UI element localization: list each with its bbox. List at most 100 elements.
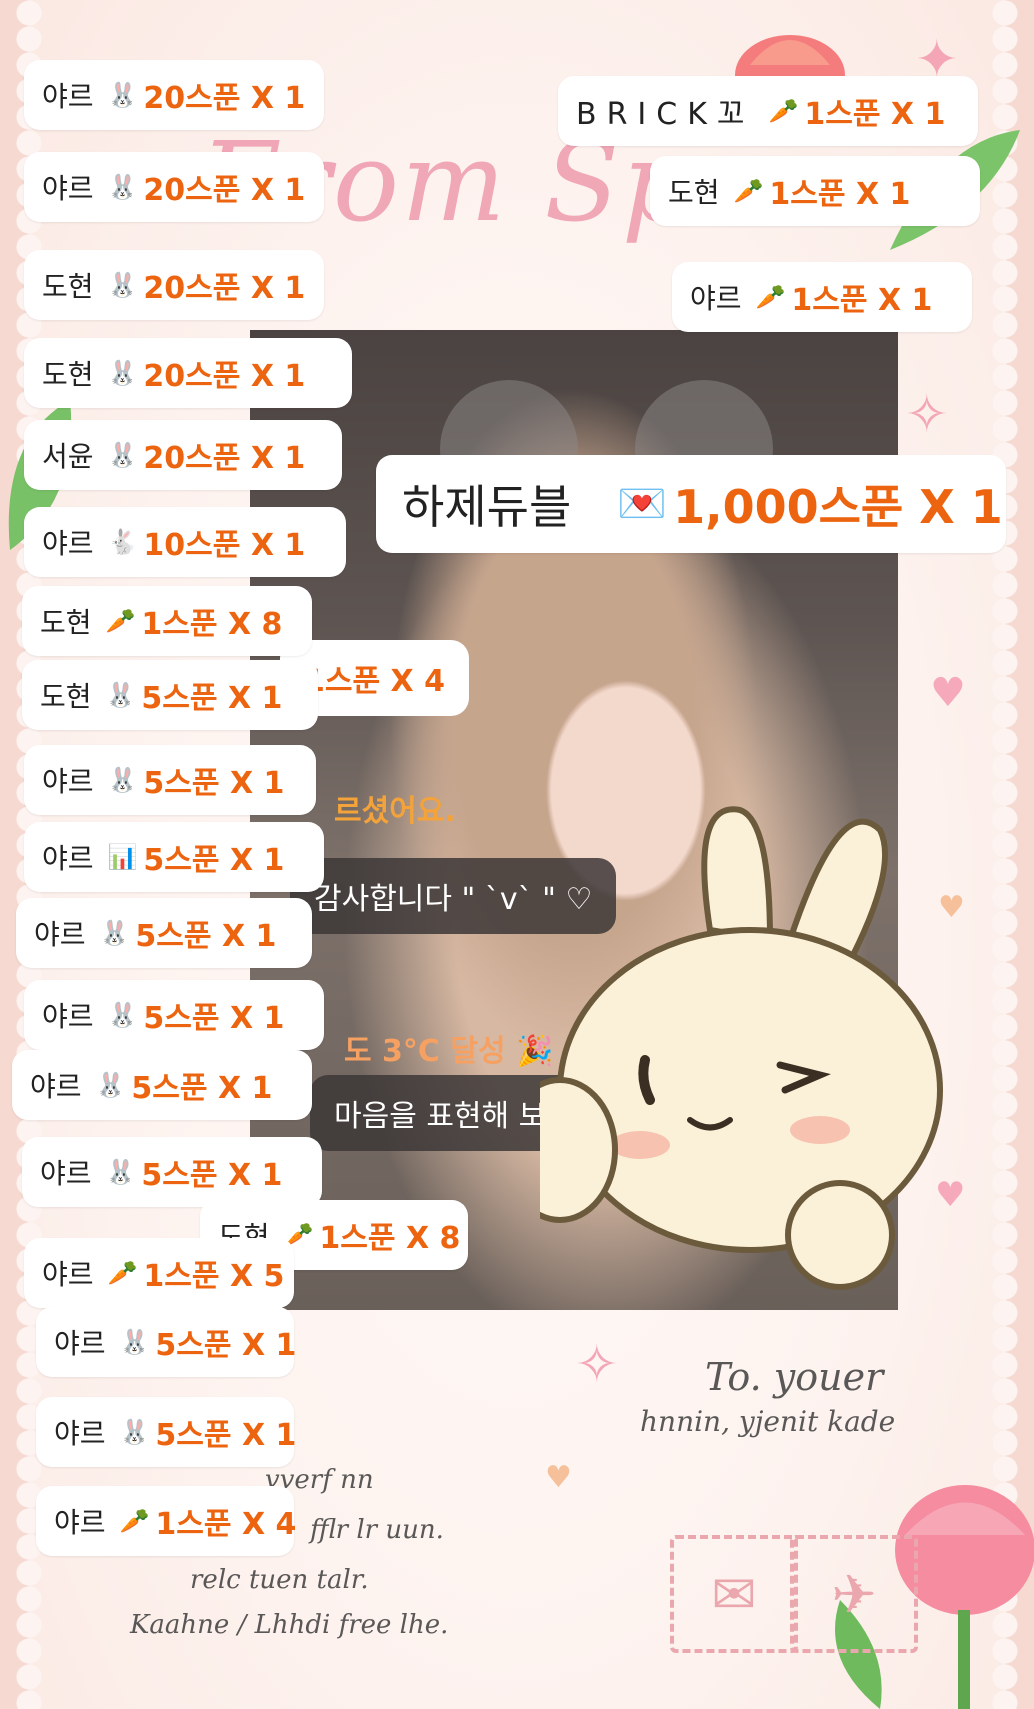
gift-amount: 20스푼 X 1: [143, 359, 306, 394]
gift-notification: 야르 🐰 5스푼 X 1: [36, 1307, 297, 1377]
gift-notification: 야르 🐇 10스푼 X 1: [24, 507, 346, 577]
gift-amount: 5스푼 X 1: [155, 1418, 297, 1453]
carrot-icon: 🥕: [105, 607, 136, 635]
bunny-balloon-icon: 🐰: [107, 359, 138, 387]
gift-sender-name: 도현: [668, 176, 720, 209]
sparkle-icon: ✧: [575, 1335, 619, 1395]
gift-detail: 🐰 5스푼 X 1: [108, 758, 285, 802]
gift-sender-name: 야르: [42, 765, 94, 798]
gift-notification: 도현 🥕 1스푼 X 8: [22, 586, 312, 656]
gift-notification: 도현 🥕 1스푼 X 1: [650, 156, 980, 226]
gift-notification: 야르 🐰 5스푼 X 1: [22, 1137, 322, 1207]
gift-sender-name: 도현: [40, 606, 92, 639]
carrot-icon: 🥕: [119, 1507, 150, 1535]
bunny-cheer-icon: 🐰: [107, 1001, 138, 1029]
card-sub-line: hnnin, yjenit kade: [640, 1405, 896, 1438]
gift-detail: 🐰 20스푼 X 1: [108, 433, 306, 477]
heart-icon: ♥: [545, 1460, 572, 1495]
gift-sender-name: 야르: [54, 1506, 106, 1539]
gift-amount: 1스푼 X 8: [319, 1221, 461, 1256]
gift-notification: 야르 🐰 5스푼 X 1: [24, 745, 316, 815]
gift-amount: 20스푼 X 1: [143, 81, 306, 116]
card-to-line: To. youer: [705, 1355, 884, 1399]
gift-notification: 야르 🐰 20스푼 X 1: [24, 60, 324, 130]
gift-detail: 🥕 1스푼 X 1: [734, 169, 911, 213]
gift-notification: 야르 🥕 1스푼 X 5: [24, 1238, 294, 1308]
gift-notification: 도현 🐰 20스푼 X 1: [24, 250, 324, 320]
gift-notification: 도현 🐰 20스푼 X 1: [24, 338, 352, 408]
bunny-icon: 🐇: [107, 528, 138, 556]
gift-detail: 🥕 1스푼 X 4: [120, 1499, 297, 1543]
carrot-icon: 🥕: [733, 177, 764, 205]
gift-detail: 🐇 10스푼 X 1: [108, 520, 306, 564]
gift-notification: 야르 🥕 1스푼 X 1: [672, 262, 972, 332]
gift-amount: 5스푼 X 1: [141, 681, 283, 716]
gift-detail: 🐰 5스푼 X 1: [106, 1150, 283, 1194]
carrot-icon: 🥕: [755, 283, 786, 311]
gift-notification: 야르 🐰 5스푼 X 1: [16, 898, 312, 968]
gift-sender-name: 야르: [34, 918, 86, 951]
gift-detail: 🥕 1스푼 X 5: [108, 1251, 285, 1295]
gift-amount: 5스푼 X 1: [141, 1158, 283, 1193]
gift-amount: 1스푼 X 1: [769, 177, 911, 212]
gift-sender-name: 야르: [42, 1000, 94, 1033]
collage-canvas: ✦ ✧ ✧ ♥ ♥ ♥ ♥ From Sp 1스푼 X 4 르셨어요. 감사합니…: [0, 0, 1034, 1709]
gift-notification: BRICK꼬 🥕 1스푼 X 1: [558, 76, 978, 146]
bunny-cheer-icon: 🐰: [107, 766, 138, 794]
gift-sender-name: 야르: [42, 842, 94, 875]
gift-detail: 🐰 5스푼 X 1: [100, 911, 277, 955]
gift-notification: 야르 🐰 5스푼 X 1: [36, 1397, 297, 1467]
gift-sender-name: 야르: [42, 527, 94, 560]
gift-sender-name: 하제듀블: [402, 480, 572, 534]
gift-chart-icon: 📊: [107, 843, 138, 871]
gift-sender-name: 야르: [42, 80, 94, 113]
gift-notification: 야르 🐰 20스푼 X 1: [24, 152, 324, 222]
bunny-cheer-icon: 🐰: [105, 681, 136, 709]
gift-detail: 🐰 20스푼 X 1: [108, 351, 306, 395]
gift-amount: 1스푼 X 5: [143, 1259, 285, 1294]
gift-amount: 5스푼 X 1: [155, 1328, 297, 1363]
gift-amount: 5스푼 X 1: [143, 766, 285, 801]
gift-sender-name: 서윤: [42, 440, 94, 473]
gift-sender-name: 야르: [42, 1258, 94, 1291]
gift-detail: 💌 1,000스푼 X 1: [617, 471, 1002, 537]
card-text-line: fflr lr uun.: [310, 1515, 444, 1545]
bunny-balloon-icon: 🐰: [107, 173, 138, 201]
bunny-cheer-icon: 🐰: [119, 1418, 150, 1446]
gift-amount: 1스푼 X 4: [155, 1507, 297, 1542]
gift-sender-name: 도현: [42, 358, 94, 391]
gift-notification: 야르 📊 5스푼 X 1: [24, 822, 324, 892]
gift-amount: 10스푼 X 1: [143, 528, 306, 563]
letter-card-icon: 💌: [617, 481, 668, 527]
gift-notification: 하제듀블 💌 1,000스푼 X 1: [376, 455, 1006, 553]
gift-notification: 서윤 🐰 20스푼 X 1: [24, 420, 342, 490]
bunny-balloon-icon: 🐰: [107, 271, 138, 299]
carrot-icon: 🥕: [107, 1259, 138, 1287]
heart-icon: ♥: [930, 670, 966, 716]
bunny-cheer-icon: 🐰: [119, 1328, 150, 1356]
gift-detail: 🐰 20스푼 X 1: [108, 165, 306, 209]
card-text-line: relc tuen talr.: [190, 1565, 369, 1595]
gift-detail: 🐰 5스푼 X 1: [96, 1063, 273, 1107]
gift-detail: 🐰 5스푼 X 1: [120, 1320, 297, 1364]
gift-detail: 🐰 5스푼 X 1: [120, 1410, 297, 1454]
bunny-balloon-icon: 🐰: [107, 81, 138, 109]
gift-amount: 1,000스푼 X 1: [673, 480, 1003, 534]
gift-detail: 🥕 1스푼 X 1: [769, 89, 946, 133]
gift-sender-name: 야르: [40, 1157, 92, 1190]
gift-sender-name: BRICK꼬: [576, 97, 755, 132]
gift-detail: 🥕 1스푼 X 8: [284, 1213, 461, 1257]
gift-amount: 5스푼 X 1: [143, 843, 285, 878]
bunny-cheer-icon: 🐰: [95, 1071, 126, 1099]
chat-message: 르셨어요.: [334, 794, 456, 829]
gift-amount: 20스푼 X 1: [143, 173, 306, 208]
gift-detail: 🐰 20스푼 X 1: [108, 73, 306, 117]
gift-amount: 1스푼 X 1: [804, 97, 946, 132]
gift-amount: 5스푼 X 1: [143, 1001, 285, 1036]
bunny-illustration: [540, 806, 943, 1290]
gift-sender-name: 야르: [54, 1327, 106, 1360]
gift-notification: 도현 🐰 5스푼 X 1: [22, 660, 318, 730]
gift-detail: 🥕 1스푼 X 1: [756, 275, 933, 319]
airplane-stamp-icon: ✈: [790, 1535, 918, 1653]
gift-amount: 20스푼 X 1: [143, 441, 306, 476]
